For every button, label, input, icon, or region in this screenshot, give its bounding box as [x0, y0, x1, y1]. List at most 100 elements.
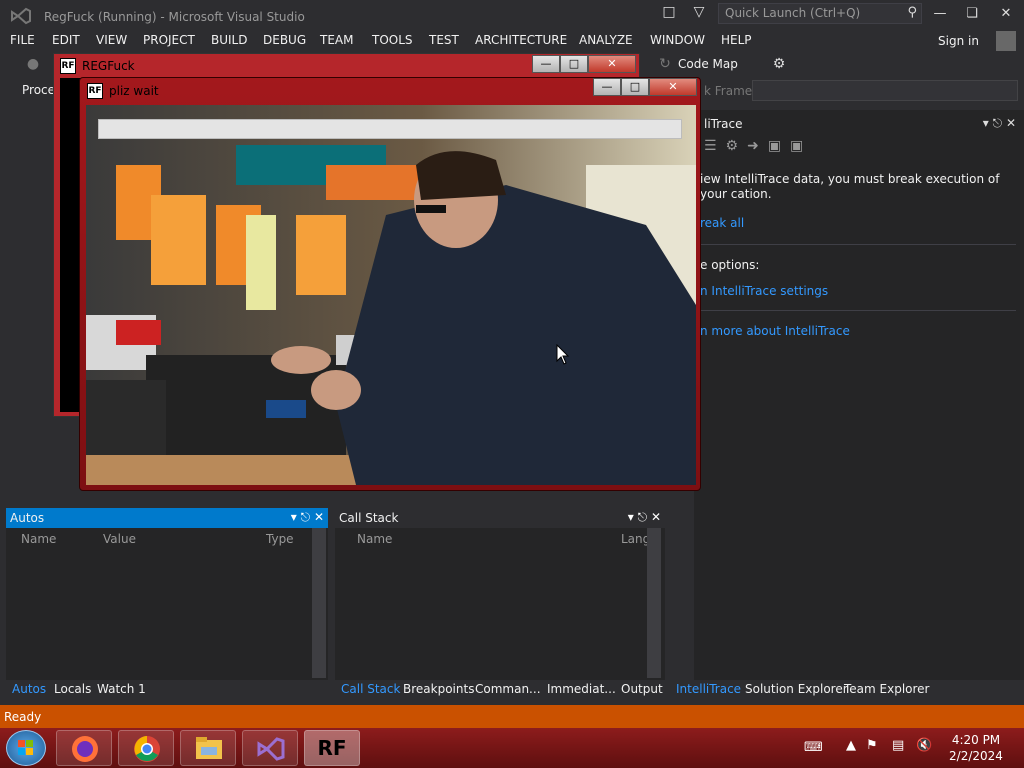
rf-app-icon: RF	[317, 736, 347, 760]
menu-view[interactable]: VIEW	[96, 33, 127, 47]
search-icon[interactable]: ⚲	[907, 5, 917, 20]
menu-file[interactable]: FILE	[10, 33, 35, 47]
menu-team[interactable]: TEAM	[320, 33, 353, 47]
network-icon[interactable]: ▤	[892, 738, 904, 753]
tab-team-explorer[interactable]: Team Explorer	[844, 682, 930, 696]
show-hidden-icons[interactable]: ▲	[846, 738, 856, 753]
callstack-panel: Call Stack ▾ ⎋ ✕ Name Lang	[335, 508, 665, 680]
separator	[700, 310, 1016, 311]
menu-architecture[interactable]: ARCHITECTURE	[475, 33, 567, 47]
taskbar-firefox[interactable]	[56, 730, 112, 766]
close-icon[interactable]: ✕	[588, 55, 636, 73]
column-name[interactable]: Name	[357, 532, 392, 546]
keyboard-icon[interactable]: ⌨	[804, 740, 823, 755]
column-language[interactable]: Lang	[621, 532, 650, 546]
filter-icon[interactable]: ▽	[690, 4, 708, 22]
tab-call-stack[interactable]: Call Stack	[341, 682, 400, 696]
tab-locals[interactable]: Locals	[54, 682, 91, 696]
regfuck-window-title: REGFuck	[82, 59, 135, 73]
progress-bar	[98, 119, 682, 139]
sign-in-link[interactable]: Sign in	[938, 34, 979, 48]
panel-pin-close-icons[interactable]: ▾ ⎋ ✕	[628, 510, 661, 525]
options-label: e options:	[700, 258, 760, 272]
autos-header: Autos ▾ ⎋ ✕	[6, 508, 328, 528]
column-name[interactable]: Name	[21, 532, 56, 546]
tab-watch1[interactable]: Watch 1	[97, 682, 146, 696]
maximize-icon[interactable]: □	[621, 78, 649, 96]
minimize-icon[interactable]: —	[926, 6, 954, 24]
vertical-scrollbar[interactable]	[312, 528, 326, 678]
taskbar-visual-studio[interactable]	[242, 730, 298, 766]
menu-edit[interactable]: EDIT	[52, 33, 80, 47]
stack-frame-label: k Frame:	[704, 84, 757, 98]
intellitrace-toolbar: ☰⚙➜▣▣	[704, 138, 813, 154]
menu-test[interactable]: TEST	[429, 33, 459, 47]
redo-icon[interactable]: ↻	[656, 56, 674, 74]
menu-window[interactable]: WINDOW	[650, 33, 705, 47]
mouse-cursor-icon	[556, 344, 570, 365]
clock-date: 2/2/2024	[949, 749, 1003, 763]
intellitrace-message: iew IntelliTrace data, you must break ex…	[700, 172, 1000, 201]
autos-tabrow: Autos Locals Watch 1	[6, 680, 328, 698]
rf-app-icon: RF	[87, 83, 103, 99]
process-label: Proce	[22, 83, 56, 97]
menu-build[interactable]: BUILD	[211, 33, 247, 47]
volume-muted-icon[interactable]: 🔇	[916, 738, 932, 753]
callstack-header: Call Stack ▾ ⎋ ✕	[335, 508, 665, 528]
learn-more-link[interactable]: n more about IntelliTrace	[700, 324, 850, 338]
settings-link[interactable]: n IntelliTrace settings	[700, 284, 828, 298]
tab-immediate[interactable]: Immediat...	[547, 682, 616, 696]
tab-solution-explorer[interactable]: Solution Explorer	[745, 682, 848, 696]
tab-intellitrace[interactable]: IntelliTrace	[676, 682, 741, 696]
panel-pin-close-icons[interactable]: ▾ ⎋ ✕	[291, 510, 324, 525]
tab-breakpoints[interactable]: Breakpoints	[403, 682, 474, 696]
column-value[interactable]: Value	[103, 532, 136, 546]
break-all-link[interactable]: reak all	[700, 216, 744, 230]
autos-title: Autos	[10, 511, 45, 525]
stack-frame-dropdown[interactable]	[752, 80, 1018, 101]
quick-launch-input[interactable]: Quick Launch (Ctrl+Q) ⚲	[718, 3, 922, 24]
menu-analyze[interactable]: ANALYZE	[579, 33, 633, 47]
visual-studio-logo-icon	[11, 7, 31, 25]
vs-titlebar: RegFuck (Running) - Microsoft Visual Stu…	[0, 0, 1024, 30]
right-tabrow: IntelliTrace Solution Explorer Team Expl…	[670, 680, 1020, 698]
column-type[interactable]: Type	[266, 532, 294, 546]
feedback-icon[interactable]: □	[660, 4, 678, 22]
video-content	[86, 105, 696, 485]
close-icon[interactable]: ✕	[992, 6, 1020, 24]
taskbar-explorer[interactable]	[180, 730, 236, 766]
vertical-scrollbar[interactable]	[647, 528, 661, 678]
account-icon[interactable]	[996, 31, 1016, 51]
code-map-button[interactable]: Code Map	[678, 57, 738, 71]
menu-debug[interactable]: DEBUG	[263, 33, 306, 47]
windows-logo-icon	[18, 740, 33, 755]
tools-icon[interactable]: ⚙	[770, 56, 788, 74]
status-bar: Ready	[0, 705, 1024, 728]
pliz-wait-window[interactable]: RF pliz wait — □ ✕	[79, 77, 701, 491]
status-text: Ready	[4, 710, 42, 724]
taskbar: RF ⌨ ▲ ⚑ ▤ 🔇	[0, 728, 1024, 768]
maximize-icon[interactable]: □	[560, 55, 588, 73]
system-clock[interactable]: 4:20 PM 2/2/2024	[944, 732, 1008, 764]
menu-help[interactable]: HELP	[721, 33, 752, 47]
minimize-icon[interactable]: —	[532, 55, 560, 73]
autos-panel: Autos ▾ ⎋ ✕ Name Value Type	[6, 508, 328, 680]
menu-tools[interactable]: TOOLS	[372, 33, 413, 47]
menu-project[interactable]: PROJECT	[143, 33, 195, 47]
taskbar-rf-app[interactable]: RF	[304, 730, 360, 766]
minimize-icon[interactable]: —	[593, 78, 621, 96]
back-icon[interactable]: ●	[24, 56, 42, 74]
tab-autos[interactable]: Autos	[12, 682, 46, 696]
tab-command[interactable]: Comman...	[475, 682, 541, 696]
menu-bar: FILE EDIT VIEW PROJECT BUILD DEBUG TEAM …	[0, 30, 1024, 52]
flag-icon[interactable]: ⚑	[866, 738, 878, 753]
intellitrace-title: liTrace	[704, 117, 743, 131]
close-icon[interactable]: ✕	[649, 78, 697, 96]
tab-output[interactable]: Output	[621, 682, 663, 696]
panel-pin-close-icons[interactable]: ▾ ⎋ ✕	[983, 116, 1016, 131]
restore-icon[interactable]: ❏	[958, 6, 986, 24]
quick-launch-placeholder: Quick Launch (Ctrl+Q)	[725, 6, 861, 20]
visual-studio-icon	[257, 737, 285, 761]
start-button[interactable]	[6, 730, 46, 766]
taskbar-chrome[interactable]	[118, 730, 174, 766]
